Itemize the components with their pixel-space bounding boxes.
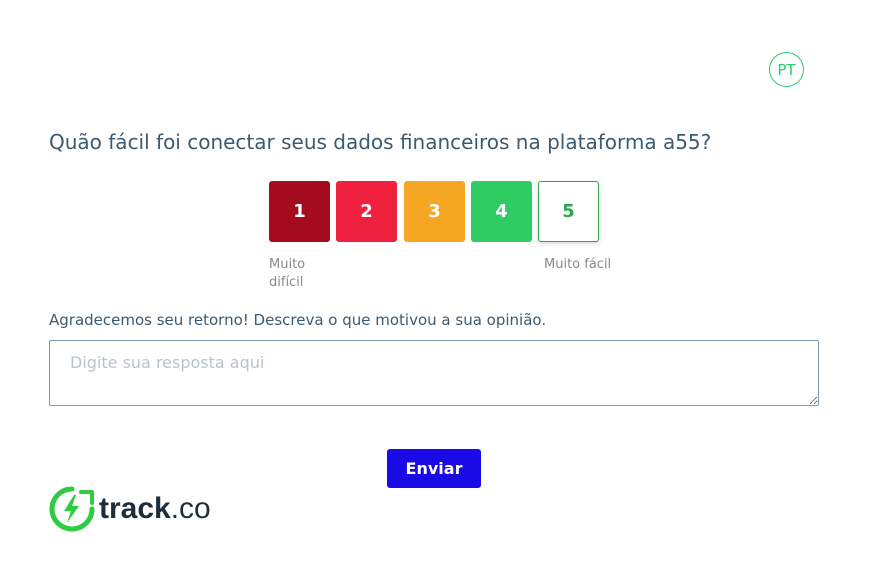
logo-brand-text: track: [99, 492, 171, 525]
feedback-prompt: Agradecemos seu retorno! Descreva o que …: [49, 311, 547, 329]
survey-question: Quão fácil foi conectar seus dados finan…: [49, 130, 712, 154]
rating-high-label: Muito fácil: [544, 257, 612, 272]
logo-bolt-icon: [49, 486, 95, 532]
feedback-textarea[interactable]: [49, 340, 819, 406]
score-4-button[interactable]: 4: [471, 181, 532, 242]
logo-suffix-text: .co: [170, 492, 211, 525]
rating-low-label: Muito difícil: [269, 257, 306, 290]
score-5-button[interactable]: 5: [538, 181, 599, 242]
score-3-button[interactable]: 3: [404, 181, 465, 242]
language-selector-button[interactable]: PT: [769, 52, 804, 87]
score-2-button[interactable]: 2: [336, 181, 397, 242]
rating-scale: 1 2 3 4 5: [269, 181, 601, 243]
brand-logo: track.co: [49, 486, 211, 532]
score-1-button[interactable]: 1: [269, 181, 330, 242]
submit-button[interactable]: Enviar: [387, 449, 481, 488]
